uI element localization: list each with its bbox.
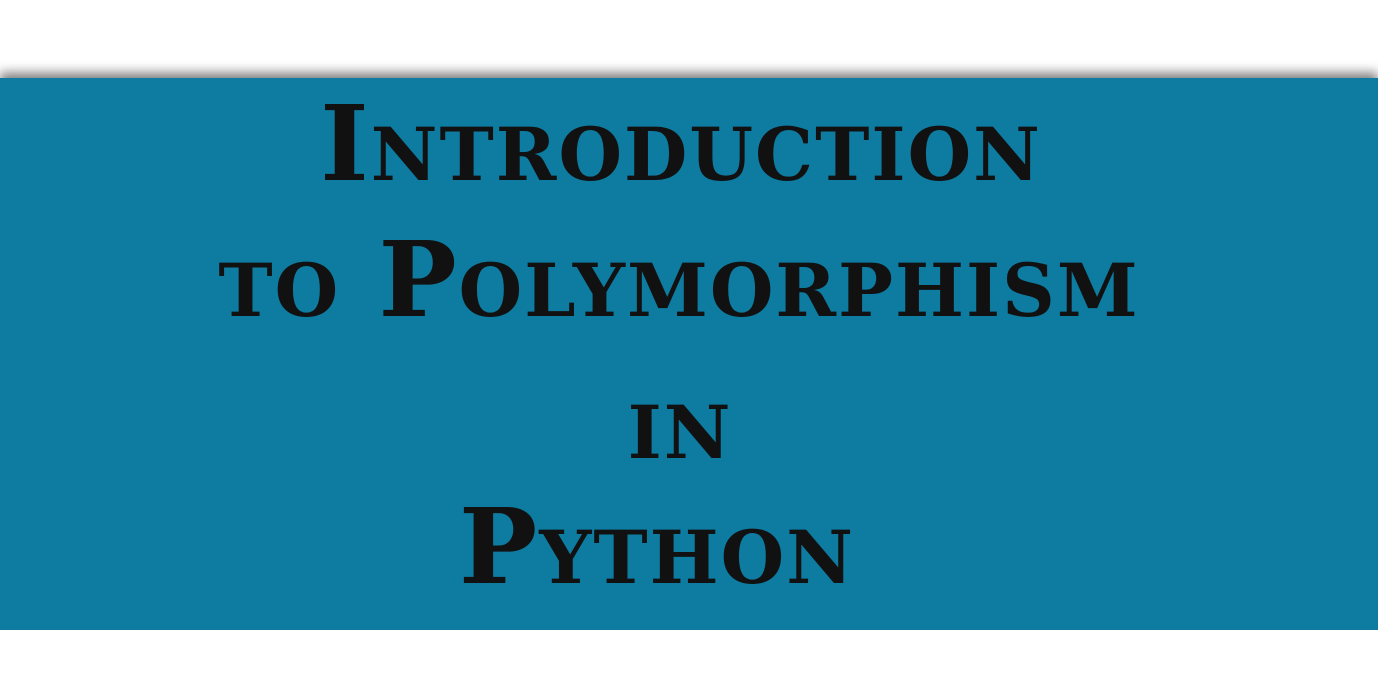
title-line-introduction: Introduction [320, 82, 1042, 205]
title-line-to-polymorphism: to Polymorphism [218, 218, 1140, 341]
title-line-in: in [627, 360, 733, 483]
top-white-strip [0, 0, 1378, 78]
bottom-white-strip [0, 630, 1378, 684]
title-line-python: Python [459, 485, 855, 608]
